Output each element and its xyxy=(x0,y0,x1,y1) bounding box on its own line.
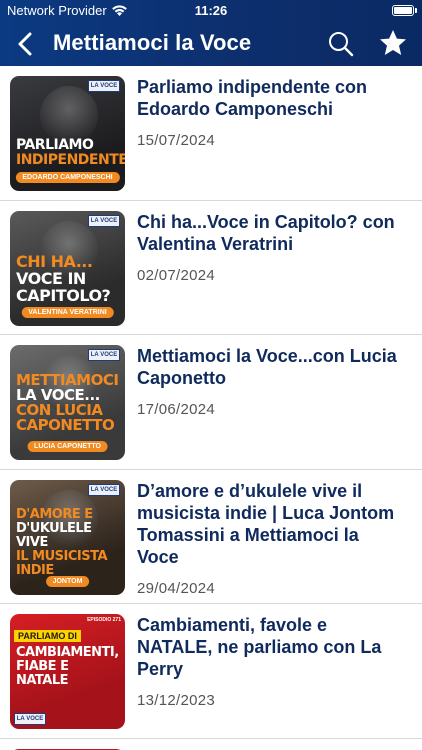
status-bar: Network Provider 11:26 xyxy=(0,0,422,22)
clock: 11:26 xyxy=(194,3,228,18)
back-button[interactable] xyxy=(12,30,40,58)
thumbnail-text: D'AMORE E D'UKULELE VIVE IL MUSICISTA IN… xyxy=(16,506,108,578)
star-icon[interactable] xyxy=(378,28,408,58)
thumbnail-text: PARLIAMO INDIPENDENTE xyxy=(16,137,125,168)
app-header: Network Provider 11:26 Mettiamoci la Voc… xyxy=(0,0,422,66)
search-icon[interactable] xyxy=(327,30,355,58)
guest-name-pill: JONTOM xyxy=(45,575,90,587)
episode-title: Cambiamenti, favole e NATALE, ne parliam… xyxy=(137,615,382,679)
la-voce-logo: LA VOCE xyxy=(88,214,120,227)
episode-number: EPISODIO 271 xyxy=(87,617,121,623)
list-item[interactable]: LA VOCE METTIAMOCI LA VOCE... CON LUCIA … xyxy=(0,335,422,470)
episode-thumbnail: EPISODIO 271 PARLIAMO DI CAMBIAMENTI, FI… xyxy=(10,614,125,729)
episode-thumbnail: LA VOCE CHI HA... VOCE IN CAPITOLO? VALE… xyxy=(10,210,125,326)
list-item[interactable]: LA VOCE D'AMORE E D'UKULELE VIVE IL MUSI… xyxy=(0,470,422,604)
episode-list: LA VOCE PARLIAMO INDIPENDENTE EDOARDO CA… xyxy=(0,66,422,750)
la-voce-logo: LA VOCE xyxy=(88,483,120,496)
guest-name-pill: VALENTINA VERATRINI xyxy=(21,306,114,318)
list-item[interactable]: LA VOCE CHI HA... VOCE IN CAPITOLO? VALE… xyxy=(0,201,422,335)
list-item[interactable]: LA VOCE PARLIAMO INDIPENDENTE EDOARDO CA… xyxy=(0,66,422,201)
episode-title: Parliamo indipendente con Edoardo Campon… xyxy=(137,77,368,119)
episode-date: 15/07/2024 xyxy=(137,132,216,149)
thumbnail-text: CHI HA... VOCE IN CAPITOLO? xyxy=(16,251,111,305)
episode-thumbnail: LA VOCE D'AMORE E D'UKULELE VIVE IL MUSI… xyxy=(10,479,125,595)
episode-date: 29/04/2024 xyxy=(137,579,216,597)
episode-title: Chi ha...Voce in Capitolo? con Valentina… xyxy=(137,211,395,254)
la-voce-logo: LA VOCE xyxy=(88,80,120,92)
thumbnail-text: CAMBIAMENTI, FIABE E NATALE xyxy=(16,645,119,688)
episode-date: 13/12/2023 xyxy=(137,692,216,709)
la-voce-logo: LA VOCE xyxy=(14,713,46,725)
list-item[interactable]: EPISODIO 271 PARLIAMO DI CAMBIAMENTI, FI… xyxy=(0,604,422,739)
thumbnail-tag: PARLIAMO DI xyxy=(14,630,81,642)
nav-bar: Mettiamoci la Voce xyxy=(0,22,422,66)
episode-thumbnail: LA VOCE PARLIAMO INDIPENDENTE EDOARDO CA… xyxy=(10,76,125,191)
la-voce-logo: LA VOCE xyxy=(88,349,120,361)
episode-date: 17/06/2024 xyxy=(137,401,216,418)
episode-thumbnail: LA VOCE METTIAMOCI LA VOCE... CON LUCIA … xyxy=(10,345,125,460)
episode-title: D’amore e d’ukulele vive il musicista in… xyxy=(137,480,395,567)
guest-name-pill: EDOARDO CAMPONESCHI xyxy=(15,172,120,183)
thumbnail-text: METTIAMOCI LA VOCE... CON LUCIA CAPONETT… xyxy=(16,371,119,434)
battery-tip xyxy=(415,8,417,13)
page-title: Mettiamoci la Voce xyxy=(53,30,252,55)
episode-title: Mettiamoci la Voce...con Lucia Caponetto xyxy=(137,346,397,388)
battery-icon xyxy=(392,5,414,16)
host-photo xyxy=(40,86,98,144)
episode-date: 02/07/2024 xyxy=(137,266,216,284)
guest-name-pill: LUCIA CAPONETTO xyxy=(27,441,108,452)
list-item[interactable] xyxy=(0,739,422,750)
